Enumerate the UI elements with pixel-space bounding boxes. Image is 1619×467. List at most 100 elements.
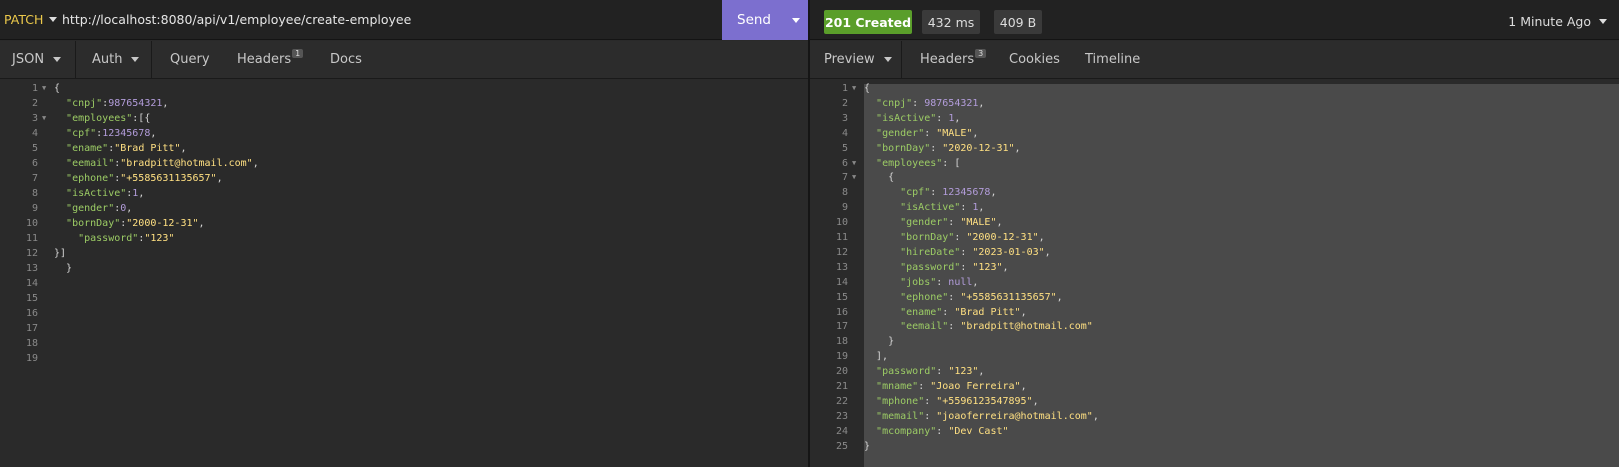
send-button[interactable]: Send	[722, 0, 808, 40]
response-preview[interactable]: 1 ▼ {2 "cnpj": 987654321, 3 "isActive": 1, 4…	[810, 80, 1619, 467]
code-token: : [	[942, 157, 961, 169]
line-number: 21	[835, 381, 848, 392]
request-body-editor[interactable]: 1 ▼ {2 "cnpj":987654321, 3 ▼ "employees":[{4…	[0, 80, 808, 467]
code-text: "jobs": null,	[864, 275, 978, 290]
code-text: "employees": [	[864, 156, 960, 171]
code-text: "ename": "Brad Pitt",	[864, 305, 1027, 320]
headers-count-badge: 1	[292, 49, 304, 58]
code-token: ,	[978, 97, 985, 109]
line-number: 4	[841, 127, 848, 139]
code-token: :	[924, 395, 937, 407]
request-bar: PATCH http://localhost:8080/api/v1/emplo…	[0, 0, 808, 40]
code-token: ],	[864, 351, 889, 363]
code-token: "cnpj"	[66, 98, 103, 109]
code-token: "Joao Ferreira"	[930, 381, 1021, 392]
tab-timeline-label: Timeline	[1085, 52, 1141, 67]
code-token: "bornDay"	[876, 142, 931, 154]
tab-headers-label: Headers	[237, 52, 292, 67]
code-token: "employees"	[876, 157, 943, 169]
code-text: "eemail":"bradpitt@hotmail.com",	[54, 156, 259, 171]
code-token: {	[864, 172, 895, 184]
code-token: "eemail"	[66, 158, 115, 169]
code-token: 12345678	[102, 128, 151, 139]
fold-toggle-icon[interactable]: ▼	[852, 81, 856, 96]
tab-preview[interactable]: Preview	[810, 41, 902, 78]
tab-headers[interactable]: Headers 1	[237, 41, 304, 78]
code-text: "isActive": 1,	[864, 200, 984, 215]
method-select[interactable]: PATCH	[4, 12, 58, 27]
code-token: ,	[1056, 291, 1063, 303]
line-number: 7	[31, 173, 38, 184]
fold-toggle-icon[interactable]: ▼	[852, 156, 856, 171]
url-input[interactable]: http://localhost:8080/api/v1/employee/cr…	[62, 12, 411, 27]
tab-body-label: JSON	[12, 52, 45, 67]
code-token: "bradpitt@hotmail.com"	[960, 321, 1093, 333]
code-token: "MALE"	[960, 217, 997, 229]
response-bar: 201 Created 432 ms 409 B 1 Minute Ago	[808, 0, 1619, 40]
fold-toggle-icon[interactable]: ▼	[852, 170, 856, 185]
tab-auth[interactable]: Auth	[77, 41, 152, 78]
fold-toggle-icon[interactable]: ▼	[42, 81, 46, 96]
tab-timeline[interactable]: Timeline	[1085, 41, 1140, 78]
line-number: 7	[841, 172, 848, 184]
send-options-chevron-icon[interactable]	[792, 18, 800, 23]
line-number: 11	[25, 233, 38, 244]
response-headers-count-badge: 3	[975, 49, 987, 58]
code-token: "2000-12-31"	[126, 218, 199, 229]
code-token: "Brad Pitt"	[114, 143, 181, 154]
line-number: 1	[31, 83, 38, 94]
tab-query-label: Query	[170, 52, 210, 67]
line-number: 9	[31, 203, 38, 214]
tab-preview-label: Preview	[824, 52, 875, 67]
tab-cookies[interactable]: Cookies	[1009, 41, 1060, 78]
line-number: 15	[835, 291, 848, 303]
chevron-down-icon	[53, 57, 62, 62]
code-token: ,	[1044, 246, 1051, 258]
tab-response-headers[interactable]: Headers 3	[920, 41, 987, 78]
code-token: "password"	[78, 233, 139, 244]
code-token: :	[936, 112, 949, 124]
code-text: "gender":0,	[54, 201, 132, 216]
code-token: }	[864, 336, 895, 348]
tab-body-json[interactable]: JSON	[0, 41, 76, 78]
line-number: 19	[835, 351, 848, 363]
code-token: "isActive"	[66, 188, 127, 199]
line-number: 20	[835, 366, 848, 378]
line-number: 24	[835, 425, 848, 437]
code-token: 987654321	[108, 98, 163, 109]
code-text: "isActive": 1,	[864, 111, 960, 126]
fold-toggle-icon[interactable]: ▼	[42, 111, 46, 126]
line-number: 4	[31, 128, 38, 139]
code-token: "123"	[144, 233, 175, 244]
line-number: 15	[25, 293, 38, 304]
history-dropdown[interactable]: 1 Minute Ago	[1508, 14, 1607, 29]
tab-query[interactable]: Query	[170, 41, 210, 78]
code-token: ,	[1032, 395, 1039, 407]
code-token: ,	[198, 218, 205, 229]
tab-auth-label: Auth	[92, 52, 123, 67]
line-number: 9	[841, 202, 848, 214]
code-token: "Dev Cast"	[948, 425, 1009, 437]
line-number: 6	[31, 158, 38, 169]
line-number: 2	[841, 97, 848, 109]
code-token: "Brad Pitt"	[954, 306, 1021, 318]
code-token: :	[954, 232, 967, 243]
line-number: 14	[25, 278, 38, 289]
tab-docs[interactable]: Docs	[330, 41, 362, 78]
line-number: 12	[835, 246, 848, 258]
line-number: 18	[835, 336, 848, 348]
code-text: "cpf": 12345678,	[864, 185, 996, 200]
code-token: ,	[1020, 306, 1027, 318]
